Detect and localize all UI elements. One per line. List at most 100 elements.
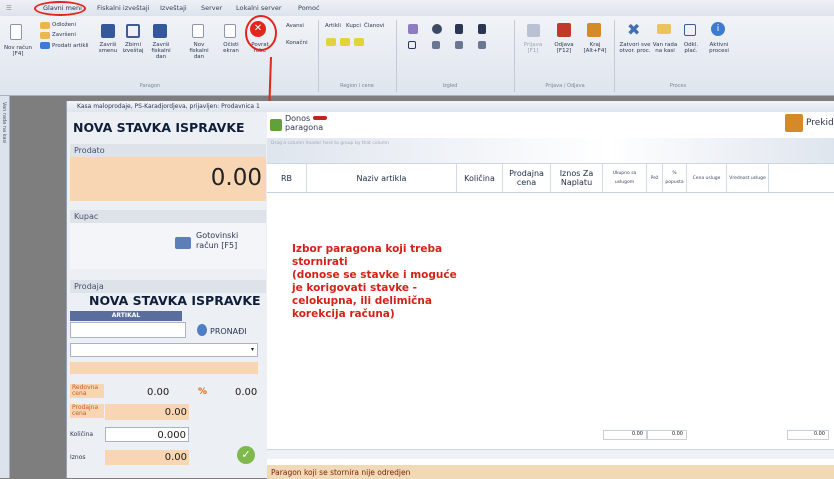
article-tab[interactable]: ARTIKAL bbox=[70, 311, 182, 321]
new-receipt-button[interactable]: Nov račun [F4] bbox=[2, 45, 34, 57]
odlozeni-button[interactable]: Odloženi bbox=[52, 22, 76, 28]
zbirni-izvestaj-button[interactable]: Zbirni izveštaj bbox=[120, 42, 146, 54]
qty-input[interactable]: 0.000 bbox=[105, 427, 189, 442]
percent-label: % bbox=[198, 387, 208, 397]
konacni-button[interactable]: Konačni bbox=[286, 40, 308, 46]
view-icon-6 bbox=[432, 41, 440, 49]
zatvori-sve-button[interactable]: Zatvori sve otvor. proc. bbox=[618, 42, 652, 54]
price-icon-2 bbox=[340, 38, 350, 46]
price-icon-1 bbox=[326, 38, 336, 46]
exit-icon bbox=[587, 23, 601, 37]
view-icon-7 bbox=[455, 41, 463, 49]
annotation-line-2: stornirati bbox=[292, 256, 348, 268]
article-input[interactable] bbox=[70, 322, 186, 338]
group-panel: Drag a column header here to group by th… bbox=[267, 138, 834, 164]
office-button[interactable]: ☰ bbox=[6, 4, 12, 12]
ribbon: ☰ Glavni meni Fiskalni izveštaji Izvešta… bbox=[0, 0, 834, 96]
sold-value: 0.00 bbox=[210, 165, 262, 191]
customer-box: Gotovinski račun [F5] bbox=[70, 223, 266, 269]
sale-price-label: Prodajna cena bbox=[70, 404, 104, 418]
col-pez[interactable]: Pež bbox=[647, 164, 663, 192]
folder-icon bbox=[40, 22, 50, 29]
aktivni-procesi-button[interactable]: Aktivni procesi bbox=[704, 42, 734, 54]
clear-screen-icon bbox=[224, 24, 236, 38]
group-paragon: Paragon bbox=[139, 83, 161, 89]
annotation-text: Izbor paragona koji treba stornirati (do… bbox=[292, 243, 492, 321]
sale-price-box: 0.00 bbox=[105, 404, 189, 420]
kraj-button[interactable]: Kraj [Alt+F4] bbox=[580, 42, 610, 54]
view-icon-4 bbox=[478, 24, 486, 34]
van-rada-button[interactable]: Van rada na kasi bbox=[652, 42, 678, 54]
annotation-line-5: celokupna, ili delimična bbox=[292, 295, 432, 307]
window-title: Kasa maloprodaje, PS-Karadjordjeva, prij… bbox=[67, 101, 834, 112]
percent-value: 0.00 bbox=[235, 387, 258, 398]
side-strip-label: Van rada na kasi bbox=[1, 102, 7, 144]
horizontal-scrollbar[interactable] bbox=[267, 449, 834, 459]
paragona-label: paragona bbox=[285, 123, 324, 132]
side-strip: Van rada na kasi bbox=[0, 96, 10, 478]
group-prijava-odjava: Prijava / Odjava bbox=[545, 83, 585, 89]
highlight-oval bbox=[34, 1, 86, 16]
chevron-down-icon: ▾ bbox=[250, 346, 254, 353]
deferred-icon bbox=[684, 24, 696, 36]
offline-icon bbox=[657, 24, 671, 34]
prijava-button[interactable]: Prijava [F1] bbox=[520, 42, 546, 54]
ocisti-ekran-button[interactable]: Očisti ekran bbox=[219, 42, 243, 54]
zavrsi-smenu-button[interactable]: Završi smenu bbox=[95, 42, 121, 54]
col-kolicina[interactable]: Količina bbox=[457, 164, 503, 192]
qty-value: 0.000 bbox=[157, 430, 186, 441]
ribbon-separator bbox=[614, 20, 615, 92]
donos-button[interactable]: Donos bbox=[285, 114, 310, 123]
prekid-button[interactable]: Prekid bbox=[806, 118, 834, 128]
exit-door-icon bbox=[785, 114, 803, 132]
odjava-button[interactable]: Odjava [F12] bbox=[550, 42, 578, 54]
left-panel: NOVA STAVKA ISPRAVKE Prodato 0.00 Kupac … bbox=[67, 112, 267, 478]
group-izgled: Izgled bbox=[442, 83, 458, 89]
zavrsi-fiskalni-dan-button[interactable]: Završi fiskalni dan bbox=[147, 42, 175, 60]
annotation-line-3: (donose se stavke i moguće bbox=[292, 269, 457, 281]
amount-value: 0.00 bbox=[164, 452, 187, 463]
sale-header: Prodaja bbox=[70, 280, 266, 293]
col-prodajna-cena[interactable]: Prodajna cena bbox=[503, 164, 551, 192]
menu-fiskalni-izvestaji[interactable]: Fiskalni izveštaji bbox=[97, 4, 149, 12]
cash-receipt-button[interactable]: Gotovinski račun [F5] bbox=[196, 231, 256, 251]
group-proces: Proces bbox=[669, 83, 687, 89]
sale-title: NOVA STAVKA ISPRAVKE bbox=[89, 293, 261, 308]
amount-box: 0.00 bbox=[105, 450, 189, 465]
col-ukupno-sa-uslugom[interactable]: Ukupno sa uslugom bbox=[603, 164, 647, 192]
avansi-button[interactable]: Avansi bbox=[286, 23, 304, 29]
customer-header: Kupac bbox=[70, 210, 266, 223]
confirm-icon[interactable]: ✓ bbox=[237, 446, 255, 464]
find-button[interactable]: PRONAĐI bbox=[210, 327, 247, 336]
nov-fiskalni-dan-button[interactable]: Nov fiskalni dan bbox=[186, 42, 212, 60]
sale-price-value: 0.00 bbox=[164, 407, 187, 418]
regular-price-label: Redovna cena bbox=[70, 384, 104, 398]
clanovi-button[interactable]: Članovi bbox=[364, 23, 384, 29]
annotation-line-6: korekcija računa) bbox=[292, 308, 395, 320]
prodati-artikli-button[interactable]: Prodati artikli bbox=[52, 43, 89, 49]
col-rb[interactable]: RB bbox=[267, 164, 307, 192]
col-vrednost-usluge[interactable]: Vrednost usluge bbox=[727, 164, 769, 192]
cash-receipt-icon bbox=[175, 237, 191, 249]
menu-server[interactable]: Server bbox=[201, 4, 222, 12]
sold-box: 0.00 bbox=[70, 157, 266, 201]
kupci-button[interactable]: Kupci bbox=[346, 23, 361, 29]
unit-select[interactable]: ▾ bbox=[70, 343, 258, 357]
col-popust[interactable]: % popusta bbox=[663, 164, 687, 192]
footer-total-1: 0.00 bbox=[603, 430, 647, 440]
zavrseni-button[interactable]: Završeni bbox=[52, 32, 76, 38]
artikli-button[interactable]: Artikli bbox=[325, 23, 341, 29]
col-cena-usluge[interactable]: Cena usluge bbox=[687, 164, 727, 192]
menu-izvestaji[interactable]: Izveštaji bbox=[160, 4, 187, 12]
menu-pomoc[interactable]: Pomoć bbox=[298, 4, 320, 12]
menu-lokalni-server[interactable]: Lokalni server bbox=[236, 4, 282, 12]
col-naziv-artikla[interactable]: Naziv artikla bbox=[307, 164, 457, 192]
info-strip bbox=[70, 362, 258, 374]
col-iznos-za-naplatu[interactable]: Iznos Za Naplatu bbox=[551, 164, 603, 192]
new-receipt-icon bbox=[10, 24, 22, 40]
logout-icon bbox=[557, 23, 571, 37]
save-shift-icon bbox=[101, 24, 115, 38]
ribbon-separator bbox=[318, 20, 319, 92]
odkl-plac-button[interactable]: Odkl. plać. bbox=[680, 42, 702, 54]
view-icon-3 bbox=[455, 24, 463, 34]
